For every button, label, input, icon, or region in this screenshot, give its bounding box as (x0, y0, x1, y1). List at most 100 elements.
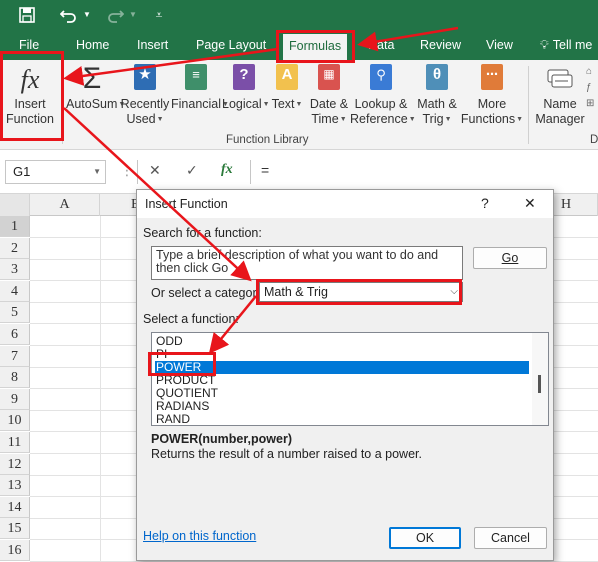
tab-home[interactable]: Home (76, 30, 109, 60)
logical-button[interactable]: ? Logical▼ (222, 62, 270, 112)
lookup-label-2: Reference (350, 112, 408, 126)
tab-file[interactable]: File (19, 30, 39, 60)
name-box[interactable]: G1 ▼ (5, 160, 106, 184)
more-functions-dropdown-icon[interactable]: ▼ (516, 116, 523, 123)
help-icon[interactable]: ? (481, 195, 489, 211)
ribbon-separator (528, 66, 529, 144)
search-textbox[interactable]: Type a brief description of what you wan… (151, 246, 463, 280)
calendar-book-icon: ▦ (315, 64, 343, 94)
recently-used-dropdown-icon[interactable]: ▼ (157, 116, 164, 123)
insert-function-fx-icon[interactable]: fx (221, 162, 233, 178)
sigma-icon: Σ (82, 62, 102, 95)
row-header[interactable]: 13 (0, 475, 30, 497)
select-all-corner[interactable] (0, 194, 30, 216)
function-list-item[interactable]: PI (155, 348, 529, 361)
row-header[interactable]: 8 (0, 367, 30, 389)
financial-button[interactable]: ≡ Financial▼ (171, 62, 229, 112)
redo-dropdown-icon[interactable]: ▼ (128, 0, 138, 30)
undo-icon[interactable] (58, 0, 80, 34)
search-label: Search for a function: (143, 226, 262, 240)
redo-icon[interactable] (104, 0, 126, 34)
tab-data[interactable]: Data (368, 30, 394, 60)
autosum-button[interactable]: Σ AutoSum▼ (66, 62, 125, 112)
fx-icon: fx (20, 65, 40, 94)
tell-me-search[interactable]: 💡︎ Tell me (540, 30, 592, 60)
row-header[interactable]: 16 (0, 540, 30, 561)
name-manager-button[interactable]: Name Manager (534, 62, 586, 127)
row-header[interactable]: 6 (0, 324, 30, 345)
define-name-partial-icons[interactable]: ⌂ ƒ ⊞ (586, 64, 598, 112)
name-box-dropdown-icon[interactable]: ▼ (93, 161, 101, 183)
list-scrollbar[interactable] (532, 333, 548, 425)
tab-page-layout[interactable]: Page Layout (196, 30, 266, 60)
name-manager-label-1: Name (543, 97, 577, 111)
row-header[interactable]: 3 (0, 259, 30, 281)
help-on-function-link[interactable]: Help on this function (143, 529, 256, 543)
text-dropdown-icon[interactable]: ▼ (296, 101, 303, 108)
logical-dropdown-icon[interactable]: ▼ (263, 101, 270, 108)
category-select[interactable]: Math & Trig ⌵ (259, 282, 463, 302)
row-header[interactable]: 4 (0, 280, 30, 302)
function-list-item[interactable]: RAND (155, 413, 529, 426)
dialog-title-bar: Insert Function ? ✕ (137, 190, 553, 218)
row-header[interactable]: 11 (0, 432, 30, 453)
row-header[interactable]: 10 (0, 410, 30, 432)
date-time-dropdown-icon[interactable]: ▼ (340, 116, 347, 123)
close-icon[interactable]: ✕ (524, 195, 536, 212)
function-list-item[interactable]: RADIANS (155, 400, 529, 413)
text-button[interactable]: A Text▼ (270, 62, 304, 112)
function-list-item[interactable]: ODD (155, 335, 529, 348)
more-book-icon: ⋯ (478, 64, 506, 94)
cancel-button[interactable]: Cancel (474, 527, 547, 549)
recently-used-button[interactable]: ★ Recently Used▼ (120, 62, 170, 127)
ribbon-separator (62, 66, 63, 144)
more-functions-button[interactable]: ⋯ More Functions▼ (460, 62, 524, 127)
row-header[interactable]: 2 (0, 237, 30, 259)
undo-dropdown-icon[interactable]: ▼ (82, 0, 92, 30)
function-syntax: POWER(number,power) (151, 432, 292, 446)
date-time-button[interactable]: ▦ Date & Time▼ (306, 62, 352, 127)
save-icon[interactable] (16, 0, 38, 34)
chevron-down-icon[interactable]: ⌵ (450, 283, 458, 301)
ribbon-formulas: fx Insert Function Σ AutoSum▼ ★ Recently… (0, 60, 598, 150)
tab-view[interactable]: View (486, 30, 513, 60)
column-header-h[interactable]: H (555, 194, 598, 216)
math-trig-label-1: Math & (417, 97, 457, 111)
cancel-icon[interactable]: ✕ (149, 162, 161, 179)
row-header[interactable]: 9 (0, 388, 30, 410)
tab-insert[interactable]: Insert (137, 30, 168, 60)
lookup-reference-button[interactable]: ⚲ Lookup & Reference▼ (350, 62, 416, 127)
customize-qat-icon[interactable]: ⩡ (152, 0, 166, 30)
go-button[interactable]: Go (473, 247, 547, 269)
row-header[interactable]: 7 (0, 345, 30, 367)
tab-formulas[interactable]: Formulas (283, 34, 348, 60)
category-label: Or select a category: (151, 286, 267, 300)
function-list[interactable]: ODD PI POWER PRODUCT QUOTIENT RADIANS RAND (151, 332, 549, 426)
math-trig-button[interactable]: θ Math & Trig▼ (414, 62, 460, 127)
row-header[interactable]: 1 (0, 216, 30, 237)
ok-button[interactable]: OK (389, 527, 461, 549)
function-description: Returns the result of a number raised to… (151, 447, 422, 461)
math-trig-dropdown-icon[interactable]: ▼ (445, 116, 452, 123)
row-header[interactable]: 12 (0, 453, 30, 475)
insert-function-button[interactable]: fx Insert Function (4, 62, 56, 127)
formula-bar-menu-icon: ⋮ (120, 162, 134, 178)
dialog-title: Insert Function (145, 197, 228, 211)
more-functions-label-1: More (477, 97, 507, 111)
name-manager-label-2: Manager (535, 112, 585, 126)
insert-function-dialog: Insert Function ? ✕ Search for a functio… (136, 189, 554, 561)
scroll-thumb[interactable] (538, 375, 541, 393)
enter-icon[interactable]: ✓ (186, 162, 198, 179)
row-header[interactable]: 14 (0, 496, 30, 518)
text-book-icon: A (273, 64, 301, 94)
row-header[interactable]: 15 (0, 518, 30, 540)
formula-divider (250, 160, 251, 184)
insert-function-label-2: Function (6, 112, 54, 126)
formula-input[interactable]: = (261, 162, 269, 178)
function-list-item[interactable]: QUOTIENT (155, 387, 529, 400)
tab-review[interactable]: Review (420, 30, 461, 60)
select-function-label: Select a function: (143, 312, 239, 326)
defined-names-group-label-partial: D (590, 134, 598, 146)
column-header-a[interactable]: A (30, 194, 100, 216)
row-header[interactable]: 5 (0, 302, 30, 324)
